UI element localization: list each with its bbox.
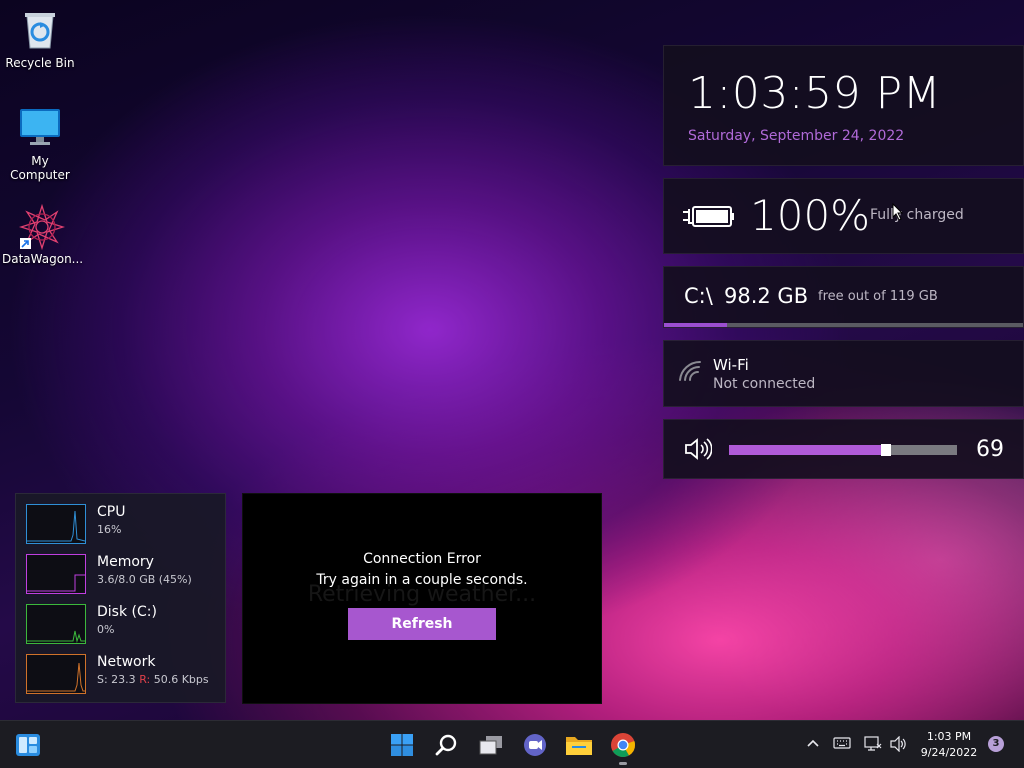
volume-slider-thumb[interactable] (881, 444, 892, 456)
desktop-icon-recycle-bin[interactable]: Recycle Bin (2, 8, 78, 70)
monitor-value: 0% (97, 623, 115, 636)
system-monitor-widget: CPU 16% Memory 3.6/8.0 GB (45%) Disk (C:… (15, 493, 226, 703)
search-icon[interactable] (433, 731, 461, 759)
disk-free-space: 98.2 GB (724, 284, 809, 308)
weather-widget: Retrieving weather... Connection Error T… (242, 493, 602, 704)
chat-icon[interactable] (521, 731, 549, 759)
datawagon-mandala-icon (18, 203, 66, 251)
task-view-icon[interactable] (477, 731, 505, 759)
monitor-name: Disk (C:) (97, 604, 157, 620)
volume-value: 69 (976, 437, 1004, 462)
error-title: Connection Error (363, 551, 481, 567)
wifi-name: Wi-Fi (713, 356, 749, 374)
memory-graph (26, 554, 86, 594)
clock-time: 1:03:59 PM (688, 68, 942, 119)
clock-date: Saturday, September 24, 2022 (688, 128, 905, 144)
taskbar: 1:03 PM 9/24/2022 3 (0, 720, 1024, 768)
notification-badge[interactable]: 3 (988, 736, 1004, 752)
chrome-icon[interactable] (609, 731, 637, 759)
monitor-value: 16% (97, 523, 122, 536)
monitor-name: Network (97, 654, 156, 670)
start-icon[interactable] (388, 731, 416, 759)
desktop-icon-label: My Computer (10, 154, 70, 182)
disk-drive-letter: C:\ (684, 284, 713, 308)
volume-tray-icon[interactable] (890, 735, 908, 756)
taskbar-date: 9/24/2022 (920, 746, 978, 759)
disk-graph (26, 604, 86, 644)
network-sent: S: 23.3 (97, 673, 136, 686)
network-graph (26, 654, 86, 694)
file-explorer-icon[interactable] (565, 731, 593, 759)
monitor-value: S: 23.3 R: 50.6 Kbps (97, 673, 209, 686)
widgets-icon[interactable] (14, 731, 42, 759)
battery-charging-icon (680, 201, 736, 235)
keyboard-icon[interactable] (833, 736, 851, 754)
taskbar-clock[interactable]: 1:03 PM 9/24/2022 (914, 729, 984, 761)
computer-monitor-icon (19, 106, 61, 148)
desktop-icon-my-computer[interactable]: My Computer (2, 106, 78, 182)
desktop-icon-label: DataWagon... (2, 252, 84, 266)
disk-detail: free out of 119 GB (818, 289, 938, 304)
speaker-icon[interactable] (684, 438, 713, 464)
battery-percent: 100% (750, 191, 871, 240)
volume-slider-fill (729, 445, 887, 455)
monitor-value: 3.6/8.0 GB (45%) (97, 573, 192, 586)
network-received: 50.6 Kbps (153, 673, 209, 686)
monitor-row-network: Network S: 23.3 R: 50.6 Kbps (26, 654, 221, 696)
chrome-running-indicator (619, 762, 627, 765)
network-ethernet-icon[interactable] (864, 736, 882, 756)
chevron-up-icon[interactable] (806, 736, 820, 754)
disk-widget: C:\ 98.2 GB free out of 119 GB (663, 266, 1024, 328)
battery-widget: 100% Fully charged (663, 178, 1024, 254)
volume-widget: 69 (663, 419, 1024, 479)
monitor-name: Memory (97, 554, 154, 570)
volume-slider[interactable] (729, 444, 957, 456)
network-received-label: R: (139, 673, 151, 686)
monitor-name: CPU (97, 504, 126, 520)
disk-usage-bar (664, 323, 1023, 327)
desktop-icon-label: Recycle Bin (5, 56, 75, 70)
wifi-widget[interactable]: Wi-Fi Not connected (663, 340, 1024, 407)
battery-status: Fully charged (870, 207, 964, 223)
error-message: Try again in a couple seconds. (316, 572, 528, 588)
desktop-icon-datawagon[interactable]: DataWagon... (2, 203, 84, 266)
monitor-row-disk: Disk (C:) 0% (26, 604, 221, 646)
taskbar-time: 1:03 PM (926, 730, 972, 743)
cpu-graph (26, 504, 86, 544)
monitor-row-memory: Memory 3.6/8.0 GB (45%) (26, 554, 221, 596)
mouse-cursor-icon (892, 202, 904, 225)
refresh-button[interactable]: Refresh (348, 608, 496, 640)
clock-widget: 1:03:59 PM Saturday, September 24, 2022 (663, 45, 1024, 166)
wifi-icon (678, 360, 702, 386)
disk-usage-fill (664, 323, 727, 327)
recycle-bin-icon (19, 8, 61, 50)
monitor-row-cpu: CPU 16% (26, 504, 221, 546)
wifi-status: Not connected (713, 376, 816, 392)
